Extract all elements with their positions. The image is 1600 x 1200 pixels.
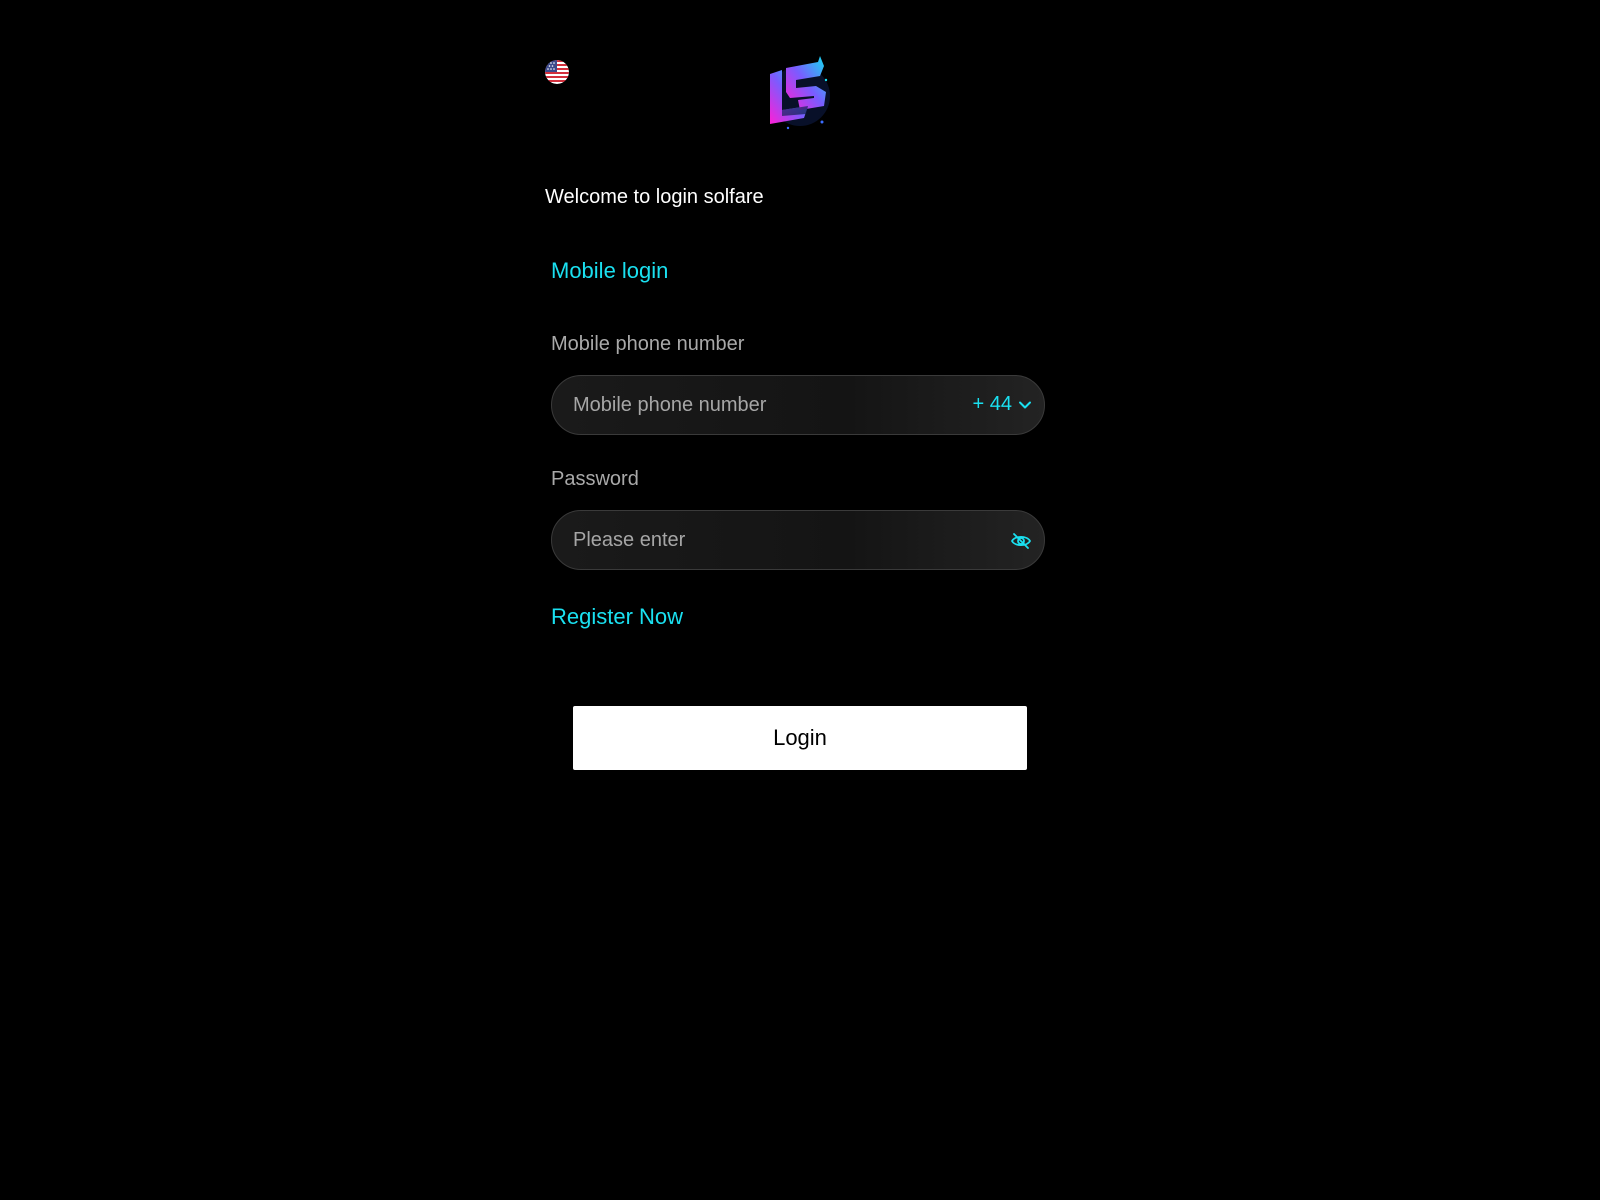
phone-placeholder: Mobile phone number bbox=[573, 394, 767, 416]
password-placeholder: Please enter bbox=[573, 529, 686, 551]
us-flag-icon[interactable] bbox=[545, 60, 569, 84]
welcome-text: Welcome to login solfare bbox=[545, 186, 764, 208]
register-now-link[interactable]: Register Now bbox=[551, 604, 683, 630]
phone-label: Mobile phone number bbox=[551, 333, 745, 355]
tab-mobile-login[interactable]: Mobile login bbox=[551, 258, 668, 284]
brand-logo-icon bbox=[760, 52, 838, 134]
login-page: Welcome to login solfare Mobile login Mo… bbox=[0, 0, 1600, 1200]
phone-input[interactable]: Mobile phone number + 44 bbox=[551, 375, 1045, 435]
password-input[interactable]: Please enter bbox=[551, 510, 1045, 570]
country-code-selector[interactable]: + 44 bbox=[973, 393, 1032, 416]
chevron-down-icon bbox=[1018, 398, 1032, 412]
country-code-value: + 44 bbox=[972, 393, 1012, 415]
eye-off-icon[interactable] bbox=[1010, 530, 1032, 552]
login-container: Welcome to login solfare Mobile login Mo… bbox=[545, 0, 1055, 1200]
login-button[interactable]: Login bbox=[573, 706, 1027, 770]
password-label: Password bbox=[551, 468, 639, 490]
